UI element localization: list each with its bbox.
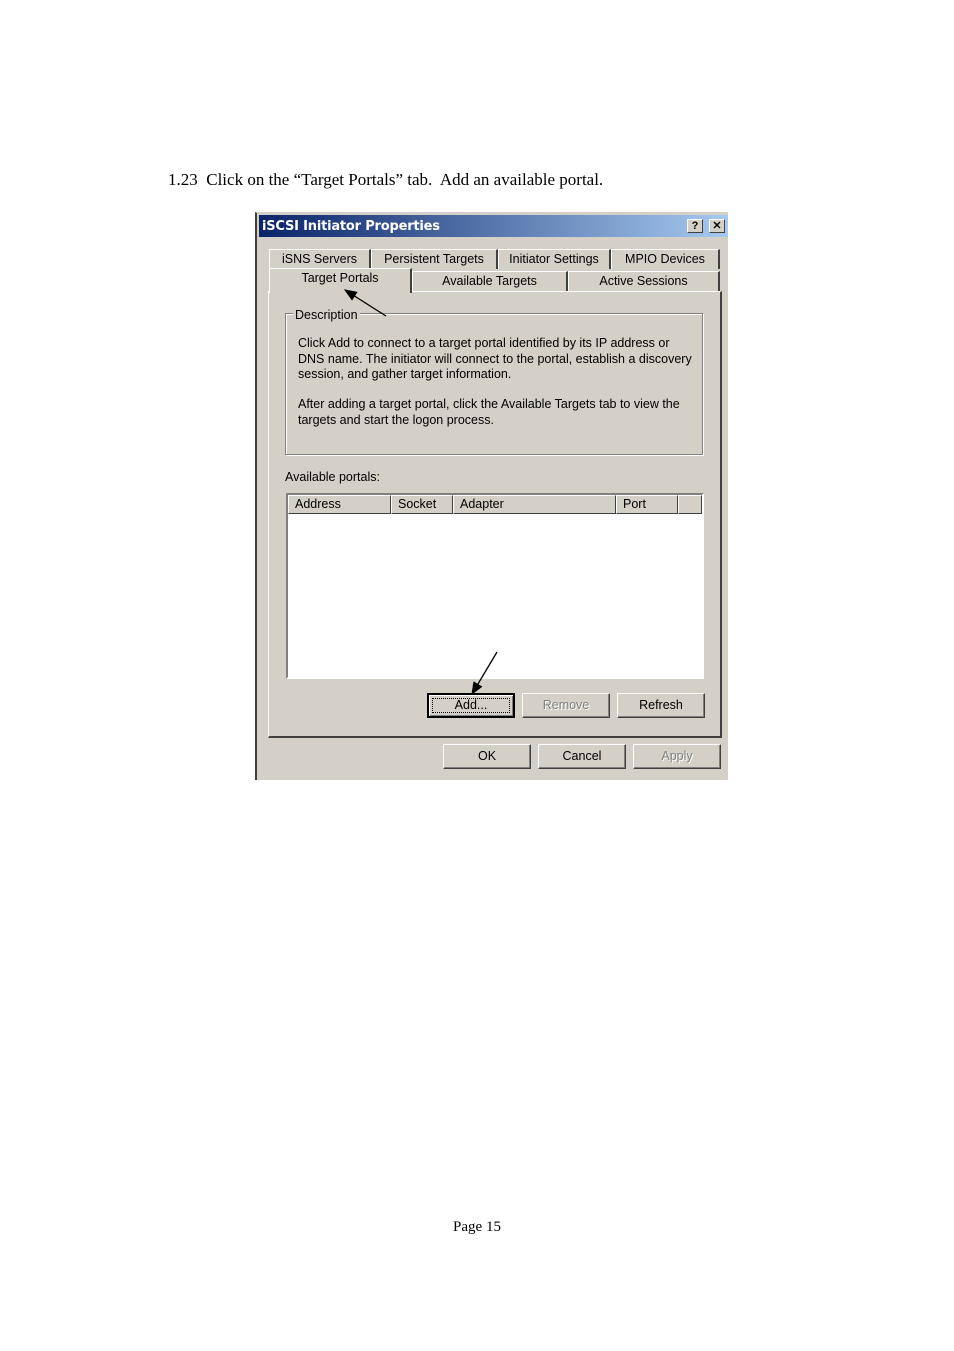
column-header-adapter[interactable]: Adapter bbox=[453, 495, 616, 514]
tab-active-sessions[interactable]: Active Sessions bbox=[568, 271, 720, 291]
column-header-filler bbox=[678, 495, 702, 514]
cancel-button-label: Cancel bbox=[562, 749, 602, 763]
tab-available-targets[interactable]: Available Targets bbox=[412, 271, 568, 291]
ok-button[interactable]: OK bbox=[443, 744, 531, 769]
column-header-port[interactable]: Port bbox=[616, 495, 678, 514]
description-line: Click Add to connect to a target portal … bbox=[298, 336, 670, 350]
page-number: Page 15 bbox=[453, 1219, 501, 1235]
tab-target-portals[interactable]: Target Portals bbox=[269, 268, 412, 293]
ok-button-label: OK bbox=[477, 749, 497, 763]
add-button[interactable]: Add... bbox=[427, 693, 515, 718]
iscsi-properties-window: iSCSI Initiator Properties ? ✕ iSNS Serv… bbox=[255, 212, 728, 780]
description-label: Description bbox=[293, 308, 360, 322]
description-line: DNS name. The initiator will connect to … bbox=[298, 351, 692, 366]
apply-button[interactable]: Apply bbox=[633, 744, 721, 769]
remove-button[interactable]: Remove bbox=[522, 693, 610, 718]
tab-mpio-devices[interactable]: MPIO Devices bbox=[611, 249, 720, 269]
description-line: After adding a target portal, click the … bbox=[298, 397, 680, 411]
tab-initiator-settings[interactable]: Initiator Settings bbox=[498, 249, 611, 269]
remove-button-label: Remove bbox=[542, 698, 590, 712]
description-text-2: After adding a target portal, click the … bbox=[298, 397, 698, 428]
window-title: iSCSI Initiator Properties bbox=[262, 219, 440, 234]
close-icon: ✕ bbox=[712, 220, 722, 232]
title-bar[interactable]: iSCSI Initiator Properties ? ✕ bbox=[259, 215, 728, 237]
refresh-button[interactable]: Refresh bbox=[617, 693, 705, 718]
close-button[interactable]: ✕ bbox=[709, 219, 725, 233]
description-groupbox bbox=[285, 313, 703, 455]
column-header-socket[interactable]: Socket bbox=[391, 495, 453, 514]
help-icon: ? bbox=[691, 220, 699, 232]
available-portals-list[interactable]: Address Socket Adapter Port bbox=[286, 493, 704, 679]
refresh-button-label: Refresh bbox=[639, 698, 683, 712]
help-button[interactable]: ? bbox=[687, 219, 703, 233]
apply-button-label: Apply bbox=[661, 749, 693, 763]
focus-rect bbox=[432, 698, 510, 713]
cancel-button[interactable]: Cancel bbox=[538, 744, 626, 769]
description-line: targets and start the logon process. bbox=[298, 412, 494, 427]
column-header-address[interactable]: Address bbox=[288, 495, 391, 514]
step-instruction: 1.23 Click on the “Target Portals” tab. … bbox=[168, 170, 604, 189]
tab-isns-servers[interactable]: iSNS Servers bbox=[269, 249, 371, 269]
tab-persistent-targets[interactable]: Persistent Targets bbox=[371, 249, 498, 269]
available-portals-label: Available portals: bbox=[285, 470, 380, 484]
description-line: session, and gather target information. bbox=[298, 367, 512, 381]
description-text: Click Add to connect to a target portal … bbox=[298, 336, 698, 383]
